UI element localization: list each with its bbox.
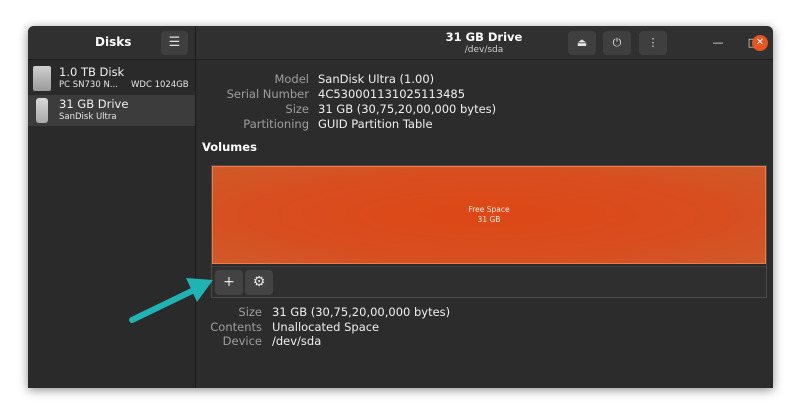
annotation-arrow-icon bbox=[129, 278, 213, 323]
